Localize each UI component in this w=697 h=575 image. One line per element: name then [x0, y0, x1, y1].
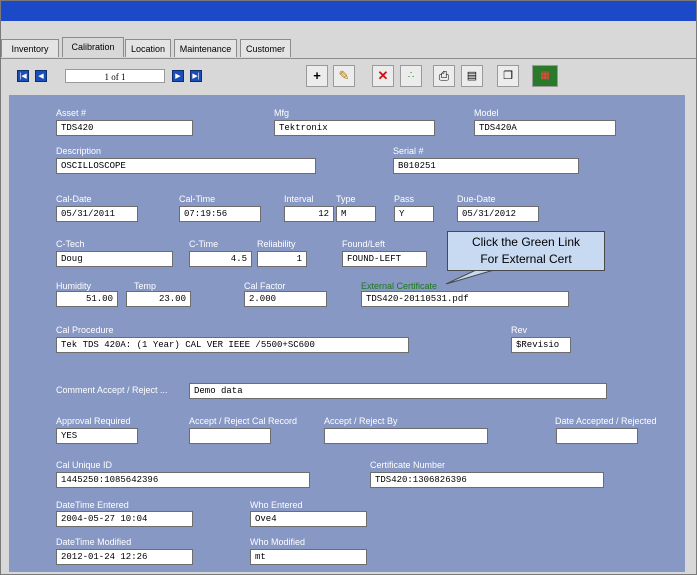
accept-by-label: Accept / Reject By — [324, 416, 398, 426]
cal-date-label: Cal-Date — [56, 194, 92, 204]
model-field[interactable]: TDS420A — [474, 120, 616, 136]
edit-icon[interactable]: ✎ — [333, 65, 355, 87]
due-date-field[interactable]: 05/31/2012 — [457, 206, 539, 222]
model-label: Model — [474, 108, 499, 118]
prev-record-icon[interactable]: ◀ — [35, 70, 47, 82]
delete-icon[interactable]: ✕ — [372, 65, 394, 87]
description-field[interactable]: OSCILLOSCOPE — [56, 158, 316, 174]
approval-required-field[interactable]: YES — [56, 428, 138, 444]
comment-field[interactable]: Demo data — [189, 383, 607, 399]
interval-field[interactable]: 12 — [284, 206, 334, 222]
ctech-field[interactable]: Doug — [56, 251, 173, 267]
copy-icon[interactable]: ❐ — [497, 65, 519, 87]
who-entered-label: Who Entered — [250, 500, 303, 510]
who-entered-field[interactable]: Ove4 — [250, 511, 367, 527]
cal-procedure-field[interactable]: Tek TDS 420A: (1 Year) CAL VER IEEE /550… — [56, 337, 409, 353]
cal-unique-id-label: Cal Unique ID — [56, 460, 113, 470]
ctech-label: C-Tech — [56, 239, 85, 249]
date-accepted-field[interactable] — [556, 428, 638, 444]
cal-unique-id-field[interactable]: 1445250:1085642396 — [56, 472, 310, 488]
found-left-label: Found/Left — [342, 239, 386, 249]
mfg-field[interactable]: Tektronix — [274, 120, 435, 136]
ctime-label: C-Time — [189, 239, 219, 249]
record-toolbar: |◀ ◀ 1 of 1 ▶ ▶| + ✎ ✕ ∴ ⎙ ▤ ❐ ▦ — [1, 59, 696, 95]
reliability-label: Reliability — [257, 239, 296, 249]
tab-inventory[interactable]: Inventory — [1, 39, 59, 57]
external-certificate-field[interactable]: TDS420-20110531.pdf — [361, 291, 569, 307]
cal-time-label: Cal-Time — [179, 194, 216, 204]
found-left-field[interactable]: FOUND-LEFT — [342, 251, 427, 267]
reliability-field[interactable]: 1 — [257, 251, 307, 267]
asset-label: Asset # — [56, 108, 87, 118]
grid-icon[interactable]: ▤ — [461, 65, 483, 87]
date-accepted-label: Date Accepted / Rejected — [555, 416, 657, 426]
calibration-form: Asset # TDS420 Mfg Tektronix Model TDS42… — [9, 95, 685, 572]
asset-field[interactable]: TDS420 — [56, 120, 193, 136]
help-callout: Click the Green Link For External Cert — [447, 231, 605, 271]
record-position: 1 of 1 — [65, 69, 165, 83]
datetime-entered-label: DateTime Entered — [56, 500, 129, 510]
rev-label: Rev — [511, 325, 528, 335]
type-field[interactable]: M — [336, 206, 376, 222]
approval-required-label: Approval Required — [56, 416, 131, 426]
serial-label: Serial # — [393, 146, 424, 156]
rev-field[interactable]: $Revisio — [511, 337, 571, 353]
accept-record-field[interactable] — [189, 428, 271, 444]
who-modified-field[interactable]: mt — [250, 549, 367, 565]
calculator-icon[interactable]: ▦ — [532, 65, 558, 87]
due-date-label: Due-Date — [457, 194, 496, 204]
app-window: Inventory Calibration Location Maintenan… — [0, 0, 697, 575]
comment-label: Comment Accept / Reject ... — [56, 385, 168, 395]
ctime-field[interactable]: 4.5 — [189, 251, 252, 267]
tab-calibration[interactable]: Calibration — [62, 37, 124, 57]
tab-strip: Inventory Calibration Location Maintenan… — [1, 37, 696, 59]
serial-field[interactable]: B010251 — [393, 158, 579, 174]
datetime-entered-field[interactable]: 2004-05-27 10:04 — [56, 511, 193, 527]
add-icon[interactable]: + — [306, 65, 328, 87]
mfg-label: Mfg — [274, 108, 290, 118]
callout-line-1: Click the Green Link — [471, 235, 581, 249]
who-modified-label: Who Modified — [250, 537, 306, 547]
pass-field[interactable]: Y — [394, 206, 434, 222]
datetime-modified-field[interactable]: 2012-01-24 12:26 — [56, 549, 193, 565]
accept-by-field[interactable] — [324, 428, 488, 444]
cal-procedure-label: Cal Procedure — [56, 325, 114, 335]
next-record-icon[interactable]: ▶ — [172, 70, 184, 82]
certificate-number-label: Certificate Number — [370, 460, 446, 470]
accept-record-label: Accept / Reject Cal Record — [189, 416, 298, 426]
tab-maintenance[interactable]: Maintenance — [174, 39, 237, 57]
tab-customer[interactable]: Customer — [240, 39, 291, 57]
cal-time-field[interactable]: 07:19:56 — [179, 206, 261, 222]
last-record-icon[interactable]: ▶| — [190, 70, 202, 82]
temp-field[interactable]: 23.00 — [126, 291, 191, 307]
datetime-modified-label: DateTime Modified — [56, 537, 132, 547]
first-record-icon[interactable]: |◀ — [17, 70, 29, 82]
description-label: Description — [56, 146, 102, 156]
title-bar — [1, 1, 696, 21]
pass-label: Pass — [394, 194, 415, 204]
print-icon[interactable]: ⎙ — [433, 65, 455, 87]
cal-date-field[interactable]: 05/31/2011 — [56, 206, 138, 222]
certificate-number-field[interactable]: TDS420:1306826396 — [370, 472, 604, 488]
tab-location[interactable]: Location — [125, 39, 171, 57]
callout-line-2: For External Cert — [480, 252, 572, 266]
cal-factor-field[interactable]: 2.000 — [244, 291, 327, 307]
humidity-field[interactable]: 51.00 — [56, 291, 118, 307]
type-label: Type — [336, 194, 356, 204]
green-dots-icon[interactable]: ∴ — [400, 65, 422, 87]
interval-label: Interval — [284, 194, 314, 204]
